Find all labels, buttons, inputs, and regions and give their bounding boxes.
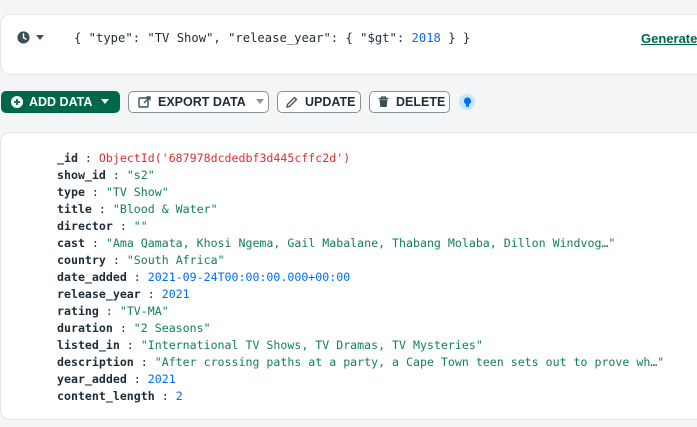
- field-value: "TV-MA": [119, 304, 169, 318]
- field-key: listed_in: [57, 338, 120, 352]
- caret-down-icon: [255, 99, 264, 105]
- field-separator: :: [105, 253, 127, 267]
- add-data-button[interactable]: ADD DATA: [1, 91, 120, 113]
- field-separator: :: [84, 236, 106, 250]
- field-value: "TV Show": [105, 185, 169, 199]
- field-key: description: [57, 355, 134, 369]
- clock-icon: [17, 31, 30, 44]
- field-value: "International TV Shows, TV Dramas, TV M…: [140, 338, 483, 352]
- field-key: title: [57, 202, 92, 216]
- field-separator: :: [140, 287, 162, 301]
- pencil-icon: [286, 96, 298, 108]
- field-value: "After crossing paths at a party, a Cape…: [154, 355, 665, 369]
- field-key: type: [57, 185, 85, 199]
- document-field-row[interactable]: listed_in : "International TV Shows, TV …: [57, 338, 483, 353]
- field-key: duration: [57, 321, 113, 335]
- field-value: "2 Seasons": [133, 321, 211, 335]
- document-card: _id : ObjectId('687978dcdedbf3d445cffc2d…: [0, 132, 697, 420]
- field-key: _id: [57, 151, 78, 165]
- document-field-row[interactable]: country : "South Africa": [57, 253, 225, 268]
- add-data-label: ADD DATA: [29, 95, 93, 109]
- field-separator: :: [77, 151, 99, 165]
- document-field-row[interactable]: description : "After crossing paths at a…: [57, 355, 664, 370]
- lightbulb-icon[interactable]: [459, 94, 475, 110]
- field-separator: :: [154, 389, 176, 403]
- field-separator: :: [126, 270, 148, 284]
- caret-down-icon: [101, 99, 110, 105]
- field-value: "Blood & Water": [112, 202, 218, 216]
- field-value: "South Africa": [126, 253, 225, 267]
- filter-query-input[interactable]: { "type": "TV Show", "release_year": { "…: [74, 30, 470, 46]
- field-separator: :: [112, 321, 134, 335]
- document-field-row[interactable]: content_length : 2: [57, 389, 183, 404]
- generate-query-link[interactable]: Generate: [641, 31, 697, 46]
- query-text-part: { "type": "TV Show", "release_year": { "…: [74, 31, 412, 45]
- field-key: rating: [57, 304, 99, 318]
- document-field-row[interactable]: cast : "Ama Qamata, Khosi Ngema, Gail Ma…: [57, 236, 615, 251]
- document-toolbar: ADD DATA EXPORT DATA UPDATE DELETE: [0, 91, 697, 113]
- field-key: show_id: [57, 168, 106, 182]
- export-data-label: EXPORT DATA: [158, 95, 246, 109]
- field-separator: :: [91, 202, 113, 216]
- plus-circle-icon: [11, 96, 23, 108]
- document-field-row[interactable]: rating : "TV-MA": [57, 304, 169, 319]
- field-value: 2: [175, 389, 183, 403]
- update-label: UPDATE: [305, 95, 356, 109]
- field-key: content_length: [57, 389, 155, 403]
- caret-down-icon: [36, 34, 44, 40]
- export-icon: [138, 96, 151, 108]
- field-value: ObjectId('687978dcdedbf3d445cffc2d'): [98, 151, 351, 165]
- delete-label: DELETE: [396, 95, 446, 109]
- field-separator: :: [98, 304, 120, 318]
- field-separator: :: [133, 355, 155, 369]
- document-field-row[interactable]: date_added : 2021-09-24T00:00:00.000+00:…: [57, 270, 350, 285]
- document-field-row[interactable]: type : "TV Show": [57, 185, 169, 200]
- document-field-row[interactable]: _id : ObjectId('687978dcdedbf3d445cffc2d…: [57, 151, 350, 166]
- field-value: "Ama Qamata, Khosi Ngema, Gail Mabalane,…: [105, 236, 616, 250]
- document-field-row[interactable]: director : "": [57, 219, 148, 234]
- field-separator: :: [119, 338, 141, 352]
- update-button[interactable]: UPDATE: [277, 91, 361, 113]
- document-field-row[interactable]: year_added : 2021: [57, 372, 176, 387]
- field-value: 2021: [161, 287, 190, 301]
- field-key: year_added: [57, 372, 127, 386]
- field-value: "s2": [126, 168, 155, 182]
- field-key: cast: [57, 236, 85, 250]
- field-separator: :: [126, 372, 148, 386]
- query-number: 2018: [411, 31, 441, 45]
- document-field-row[interactable]: release_year : 2021: [57, 287, 190, 302]
- document-field-row[interactable]: duration : "2 Seasons": [57, 321, 211, 336]
- field-value: 2021-09-24T00:00:00.000+00:00: [147, 270, 351, 284]
- field-key: country: [57, 253, 106, 267]
- field-separator: :: [84, 185, 106, 199]
- field-separator: :: [105, 168, 127, 182]
- field-key: date_added: [57, 270, 127, 284]
- export-data-button[interactable]: EXPORT DATA: [128, 91, 269, 113]
- document-field-row[interactable]: show_id : "s2": [57, 168, 155, 183]
- field-separator: :: [112, 219, 134, 233]
- query-text-part: } }: [440, 31, 471, 45]
- field-key: director: [57, 219, 113, 233]
- field-key: release_year: [57, 287, 141, 301]
- field-value: "": [133, 219, 148, 233]
- field-value: 2021: [147, 372, 176, 386]
- query-history-button[interactable]: [17, 31, 44, 44]
- filter-bar: { "type": "TV Show", "release_year": { "…: [0, 14, 697, 75]
- document-field-row[interactable]: title : "Blood & Water": [57, 202, 218, 217]
- delete-button[interactable]: DELETE: [369, 91, 450, 113]
- trash-icon: [378, 96, 389, 108]
